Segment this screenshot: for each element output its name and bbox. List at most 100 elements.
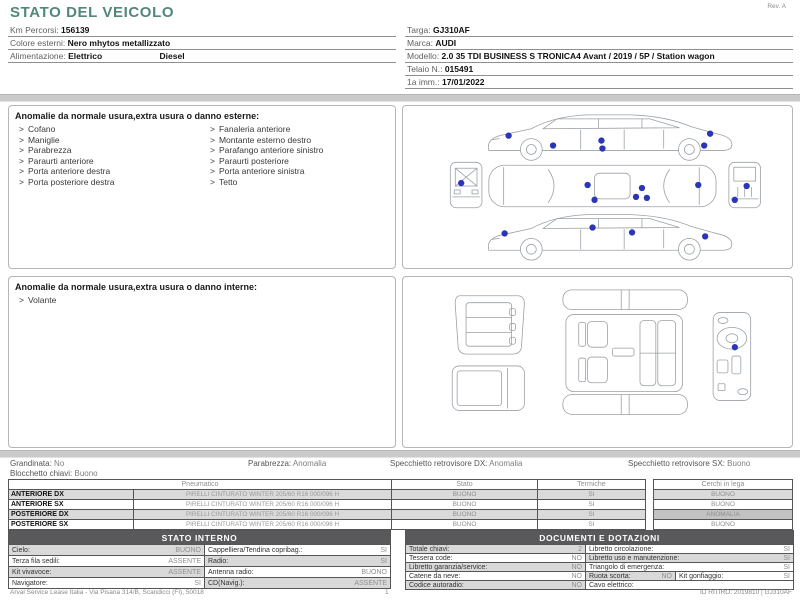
tire-description: PIRELLI CINTURATO WINTER 205/60 R16 000/… bbox=[133, 499, 392, 510]
interior-status-table: STATO INTERNO Cielo: BUONO Cappelliera/Te… bbox=[8, 530, 391, 589]
anomaly-item: > Maniglie bbox=[19, 134, 60, 145]
damage-dot bbox=[638, 184, 646, 192]
info-row-plate: Targa: GJ310AF bbox=[405, 24, 793, 37]
interior-diagram-panel bbox=[402, 276, 793, 448]
rims-col-header: Cerchi in lega bbox=[653, 479, 793, 490]
damage-dot bbox=[701, 142, 708, 149]
interior-anomalies-title: Anomalie da normale usura,extra usura o … bbox=[15, 282, 258, 292]
info-row-registration: 1a imm.: 17/01/2022 bbox=[405, 76, 793, 89]
vehicle-status-report: STATO DEL VEICOLO Rev. A Km Percorsi: 15… bbox=[0, 0, 800, 600]
exterior-anomalies-list-2: > Fanaleria anteriore > Montante esterno de… bbox=[202, 124, 393, 187]
status-label: Cielo: bbox=[12, 546, 30, 554]
exterior-anomalies-panel: Anomalie da normale usura,extra usura o … bbox=[8, 105, 396, 269]
tire-table: Pneumatico Stato Termiche ANTERIORE DX P… bbox=[8, 479, 646, 530]
rims-header-row: Cerchi in lega bbox=[653, 479, 793, 490]
brand-label: Marca: bbox=[407, 38, 433, 48]
document-value: SI bbox=[783, 554, 791, 562]
rims-row: ANOMALIA bbox=[653, 509, 793, 520]
tire-position: POSTERIORE DX bbox=[8, 509, 134, 520]
damage-dot bbox=[589, 224, 596, 231]
condition-label: Grandinata: bbox=[10, 459, 52, 468]
tire-termiche: SI bbox=[537, 519, 646, 530]
document-label: Triangolo di emergenza: bbox=[589, 563, 665, 571]
status-label: Antenna radio: bbox=[208, 568, 254, 576]
document-label: Ruota scorta: bbox=[589, 572, 631, 580]
damage-dot bbox=[743, 182, 750, 190]
status-label: Radio: bbox=[208, 557, 229, 565]
interior-status-header: STATO INTERNO bbox=[8, 530, 391, 545]
revision-label: Rev. A bbox=[767, 3, 786, 10]
rims-table: Cerchi in lega BUONO BUONO ANOMALIA BUON… bbox=[653, 479, 793, 530]
divider-band bbox=[0, 450, 800, 458]
info-row-km: Km Percorsi: 156139 bbox=[8, 24, 396, 37]
condition-mirror-dx: Specchietto retrovisore DX: Anomalia bbox=[390, 459, 523, 468]
status-value: BUONO bbox=[361, 568, 387, 576]
tires-section: Pneumatico Stato Termiche ANTERIORE DX P… bbox=[8, 479, 793, 530]
documents-header: DOCUMENTI E DOTAZIONI bbox=[404, 530, 795, 545]
status-label: Navigatore: bbox=[12, 579, 48, 587]
tire-stato: BUONO bbox=[391, 489, 538, 500]
exterior-diagram-panel bbox=[402, 105, 793, 269]
condition-mirror-sx: Specchietto retrovisore SX: Buono bbox=[628, 459, 750, 468]
anomaly-item: > Volante bbox=[19, 295, 57, 305]
status-row: Cielo: BUONO Cappelliera/Tendina copribag… bbox=[8, 544, 391, 556]
condition-value: No bbox=[54, 459, 65, 468]
document-label: Libretto uso e manutenzione: bbox=[589, 554, 680, 562]
anomaly-item: > Paraurti anteriore bbox=[19, 155, 94, 166]
tire-row: ANTERIORE SX PIRELLI CINTURATO WINTER 20… bbox=[8, 499, 646, 510]
tire-col-pneumatico: Pneumatico bbox=[8, 479, 392, 490]
anomaly-item: > Paraurti posteriore bbox=[210, 155, 289, 166]
rim-value: BUONO bbox=[653, 519, 793, 530]
registration-label: 1a imm.: bbox=[407, 77, 440, 87]
condition-value: Anomalia bbox=[489, 459, 523, 468]
rim-value: ANOMALIA bbox=[653, 509, 793, 520]
info-row-color: Colore esterni: Nero mhytos metallizzato bbox=[8, 37, 396, 50]
document-row: Tessera code: NO Libretto uso e manutenzi… bbox=[405, 553, 795, 563]
document-row: Catene da neve: NO Ruota scorta: NO Kit go… bbox=[405, 571, 795, 581]
document-value: SI bbox=[783, 545, 791, 553]
status-value: BUONO bbox=[175, 546, 201, 554]
footer-id: ID RITIRO: 2019810 | GJ310AF bbox=[699, 589, 792, 596]
damage-dot bbox=[584, 181, 591, 189]
condition-value: Buono bbox=[74, 469, 98, 478]
info-row-fuel: Alimentazione: Elettrico Diesel bbox=[8, 50, 396, 63]
status-value: SI bbox=[380, 557, 387, 565]
condition-label: Parabrezza: bbox=[248, 459, 292, 468]
rims-row: BUONO bbox=[653, 489, 793, 500]
status-label: Kit vivavoce: bbox=[12, 568, 52, 576]
document-value: NO bbox=[571, 572, 583, 580]
document-value: 2 bbox=[578, 545, 582, 553]
anomaly-item: > Fanaleria anteriore bbox=[210, 124, 291, 134]
anomaly-item: > Porta anteriore destra bbox=[19, 166, 111, 176]
document-label: Libretto circolazione: bbox=[589, 545, 654, 553]
rim-value: BUONO bbox=[653, 499, 793, 510]
document-value: NO bbox=[571, 554, 583, 562]
condition-parabrezza: Parabrezza: Anomalia bbox=[248, 459, 326, 468]
footer-page-number: 1 bbox=[385, 589, 389, 596]
tire-row: POSTERIORE DX PIRELLI CINTURATO WINTER 2… bbox=[8, 509, 646, 520]
document-row: Totale chiavi: 2 Libretto circolazione: SI bbox=[405, 544, 795, 554]
damage-dot bbox=[549, 142, 557, 149]
documents-table: DOCUMENTI E DOTAZIONI Totale chiavi: 2 Li… bbox=[404, 530, 795, 590]
tire-description: PIRELLI CINTURATO WINTER 205/60 R16 000/… bbox=[133, 489, 392, 500]
tire-row: ANTERIORE DX PIRELLI CINTURATO WINTER 20… bbox=[8, 489, 646, 500]
damage-dot bbox=[458, 179, 465, 187]
status-value: ASSENTE bbox=[354, 579, 387, 587]
status-row: Terza fila sedili: ASSENTE Radio: SI bbox=[8, 555, 391, 567]
vehicle-info-right: Targa: GJ310AF Marca: AUDI Modello: 2.0 … bbox=[405, 24, 793, 89]
brand-value: AUDI bbox=[435, 38, 457, 48]
document-value: SI bbox=[783, 572, 791, 580]
status-label: Terza fila sedili: bbox=[12, 557, 60, 565]
tire-position: POSTERIORE SX bbox=[8, 519, 134, 530]
tire-row: POSTERIORE SX PIRELLI CINTURATO WINTER 2… bbox=[8, 519, 646, 530]
anomaly-item: > Parabrezza bbox=[19, 145, 72, 155]
condition-key-block: Blocchetto chiavi: Buono bbox=[10, 469, 98, 478]
chassis-label: Telaio N.: bbox=[407, 64, 443, 74]
rims-row: BUONO bbox=[653, 499, 793, 510]
color-value: Nero mhytos metallizzato bbox=[67, 38, 171, 48]
tire-termiche: SI bbox=[537, 499, 646, 510]
tire-description: PIRELLI CINTURATO WINTER 205/60 R16 000/… bbox=[133, 519, 392, 530]
damage-dot bbox=[505, 132, 512, 139]
info-row-chassis: Telaio N.: 015491 bbox=[405, 63, 793, 76]
document-value: NO bbox=[571, 563, 583, 571]
